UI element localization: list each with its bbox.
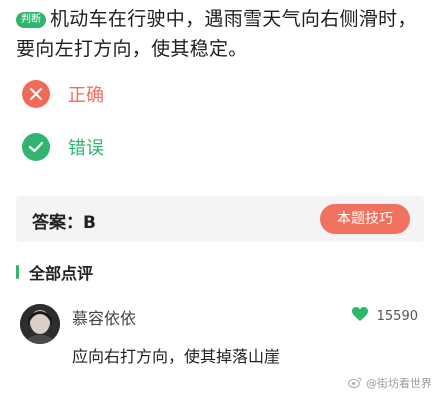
option-false[interactable]: 错误: [22, 132, 104, 162]
check-icon: [22, 133, 50, 161]
section-accent-bar: [16, 265, 19, 279]
question-block: 判断 机动车在行驶中，遇雨雪天气向右侧滑时，要向左打方向，使其稳定。: [16, 4, 426, 64]
comments-title: 全部点评: [29, 264, 94, 283]
option-true-label: 正确: [68, 85, 104, 106]
comment-username[interactable]: 慕容依依: [72, 305, 136, 329]
close-icon: [22, 80, 50, 108]
option-false-label: 错误: [68, 138, 104, 159]
question-text: 机动车在行驶中，遇雨雪天气向右侧滑时，要向左打方向，使其稳定。: [16, 8, 417, 60]
comment-text: 应向右打方向，使其掉落山崖: [72, 347, 281, 366]
watermark-text: @街坊看世界: [366, 377, 432, 390]
tips-button[interactable]: 本题技巧: [320, 204, 410, 234]
answer-text: 答案：B: [32, 213, 96, 233]
question-type-badge: 判断: [16, 12, 46, 28]
answer-bar: 答案：B 本题技巧: [16, 196, 424, 242]
heart-icon: [351, 306, 369, 326]
likes-count: 15590: [376, 308, 418, 324]
avatar[interactable]: [20, 304, 60, 344]
like-button[interactable]: 15590: [351, 306, 418, 326]
comments-header: 全部点评: [16, 262, 94, 283]
watermark: @街坊看世界: [348, 375, 432, 391]
option-true[interactable]: 正确: [22, 79, 104, 109]
weibo-icon: [348, 376, 362, 391]
question-page: 判断 机动车在行驶中，遇雨雪天气向右侧滑时，要向左打方向，使其稳定。 正确 错误 …: [0, 0, 440, 395]
